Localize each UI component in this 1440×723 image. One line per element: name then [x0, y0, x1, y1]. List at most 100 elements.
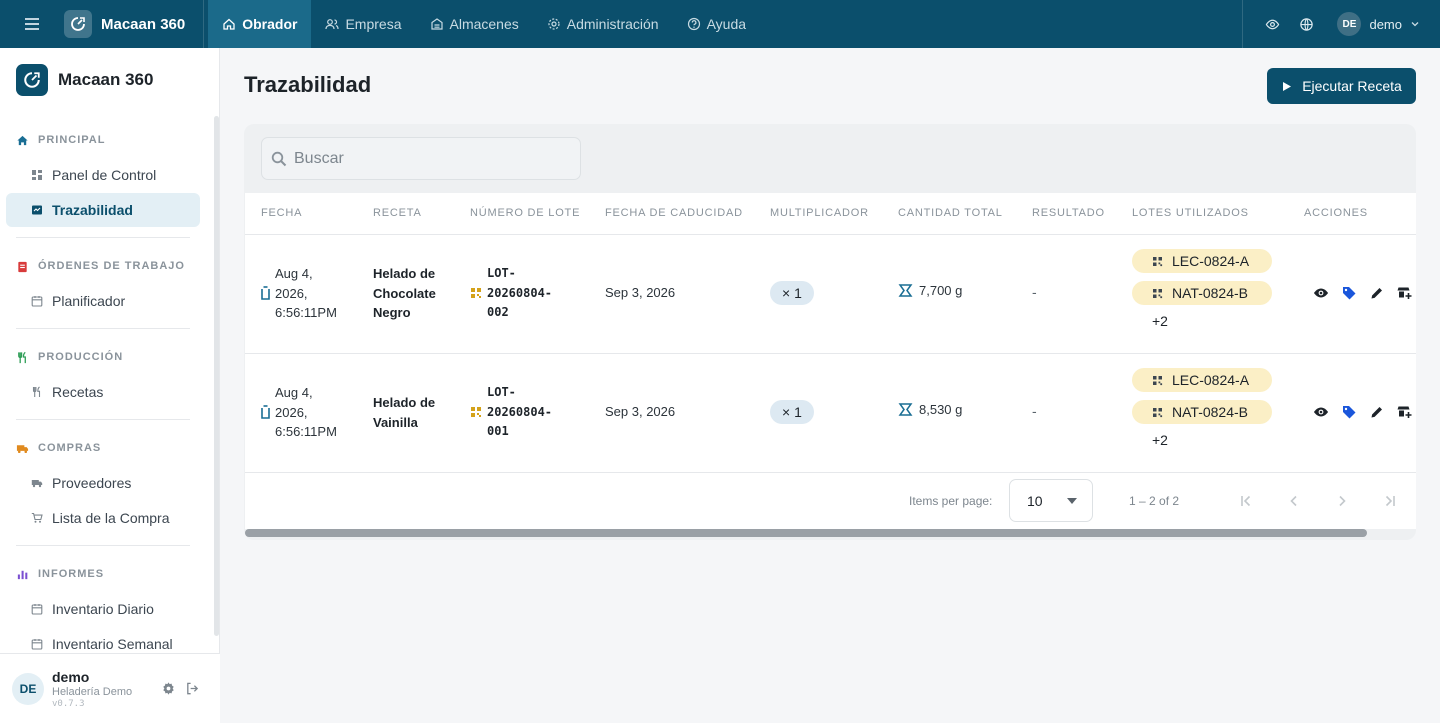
language-button[interactable] [1289, 7, 1323, 41]
section-title: PRODUCCIÓN [38, 351, 124, 363]
date-line: 6:56:11PM [275, 305, 337, 320]
user-name: demo [1369, 16, 1402, 32]
nav-item-obrador[interactable]: Obrador [208, 0, 312, 48]
view-button[interactable] [1307, 398, 1335, 426]
recipe-cell[interactable]: Helado de Chocolate Negro [373, 264, 463, 323]
sidebar-brand[interactable]: Macaan 360 [0, 48, 219, 112]
table-row[interactable]: Aug 4, 2026, 6:56:11PM Helado de Vainill… [245, 354, 1416, 473]
search-box[interactable] [261, 137, 581, 180]
eye-icon [1265, 19, 1280, 29]
expiry-date: Sep 3, 2026 [605, 404, 676, 419]
previous-page-button[interactable] [1270, 481, 1318, 521]
nav-item-almacenes[interactable]: Almacenes [416, 0, 533, 48]
label-button[interactable] [1335, 398, 1363, 426]
sidebar-item-lista-compra[interactable]: Lista de la Compra [6, 501, 200, 535]
sidebar-item-inventario-semanal[interactable]: Inventario Semanal [6, 627, 200, 653]
brand[interactable]: Macaan 360 [64, 0, 205, 48]
lot-chip-label: NAT-0824-B [1172, 404, 1248, 420]
more-lots-link[interactable]: +2 [1132, 432, 1272, 448]
nav-item-ayuda[interactable]: Ayuda [673, 0, 760, 48]
expiry-date: Sep 3, 2026 [605, 285, 676, 300]
column-header-lotes[interactable]: LOTES UTILIZADOS [1132, 207, 1249, 219]
utensils-icon [32, 386, 41, 397]
page-size-select[interactable]: 10 [1009, 479, 1093, 522]
gear-icon [162, 682, 174, 695]
sidebar-item-inventario-diario[interactable]: Inventario Diario [6, 592, 200, 626]
next-page-button[interactable] [1318, 481, 1366, 521]
section-title: INFORMES [38, 568, 105, 580]
nav-item-administracion[interactable]: Administración [533, 0, 673, 48]
column-header-fecha[interactable]: FECHA [261, 207, 302, 219]
label-button[interactable] [1335, 279, 1363, 307]
clock-icon [261, 286, 270, 301]
date-line: 2026, [275, 285, 308, 301]
qr-icon [1153, 407, 1163, 417]
lot-line: LOT- [487, 385, 516, 399]
view-button[interactable] [1307, 279, 1335, 307]
eye-icon [1314, 407, 1328, 417]
eye-icon [1314, 288, 1328, 298]
section-compras: COMPRAS [16, 438, 212, 458]
logout-button[interactable] [180, 677, 204, 701]
edit-button[interactable] [1363, 279, 1391, 307]
first-page-button[interactable] [1222, 481, 1270, 521]
users-icon [325, 19, 340, 30]
user-menu-button[interactable]: DE demo [1337, 12, 1420, 36]
sidebar-scrollbar[interactable] [214, 116, 219, 636]
column-header-cantidad[interactable]: CANTIDAD TOTAL [898, 207, 1003, 219]
items-per-page-label: Items per page: [909, 494, 993, 508]
total-quantity: 7,700 g [898, 283, 962, 298]
column-header-resultado[interactable]: RESULTADO [1032, 207, 1105, 219]
column-header-caducidad[interactable]: FECHA DE CADUCIDAD [605, 207, 743, 219]
brand-logo-icon [16, 64, 48, 96]
column-header-multiplicador[interactable]: MULTIPLICADOR [770, 207, 869, 219]
lot-number-cell[interactable]: LOT- 20260804- 002 [470, 264, 567, 323]
avatar: DE [12, 672, 44, 705]
add-to-warehouse-button[interactable] [1391, 279, 1416, 307]
sidebar-item-panel-de-control[interactable]: Panel de Control [6, 158, 200, 192]
sidebar-item-planificador[interactable]: Planificador [6, 284, 200, 318]
nav-item-label: Administración [566, 16, 659, 32]
section-title: COMPRAS [38, 442, 102, 454]
lot-number-cell[interactable]: LOT- 20260804- 001 [470, 383, 567, 442]
table-row[interactable]: Aug 4, 2026, 6:56:11PM Helado de Chocola… [245, 235, 1416, 354]
lot-chip[interactable]: NAT-0824-B [1132, 281, 1272, 305]
divider [16, 328, 190, 329]
sidebar-item-label: Panel de Control [52, 167, 157, 183]
more-lots-link[interactable]: +2 [1132, 313, 1272, 329]
qr-icon [471, 407, 481, 418]
add-to-warehouse-button[interactable] [1391, 398, 1416, 426]
tag-icon [1343, 406, 1356, 419]
last-page-button[interactable] [1366, 481, 1414, 521]
run-recipe-button[interactable]: Ejecutar Receta [1267, 68, 1416, 104]
menu-toggle-button[interactable] [0, 0, 64, 48]
divider [16, 419, 190, 420]
help-icon [687, 17, 700, 31]
lot-chip[interactable]: LEC-0824-A [1132, 249, 1272, 273]
edit-button[interactable] [1363, 398, 1391, 426]
sidebar-item-recetas[interactable]: Recetas [6, 375, 200, 409]
settings-button[interactable] [156, 677, 180, 701]
app-version: v0.7.3 [52, 698, 85, 709]
lot-chip[interactable]: NAT-0824-B [1132, 400, 1272, 424]
section-title: PRINCIPAL [38, 134, 106, 146]
date-line: 6:56:11PM [275, 424, 337, 439]
section-informes: INFORMES [16, 564, 212, 584]
sidebar-item-proveedores[interactable]: Proveedores [6, 466, 200, 500]
date-cell: Aug 4, 2026, 6:56:11PM [261, 264, 337, 323]
lot-line: 20260804- [487, 404, 553, 419]
utensils-icon [18, 351, 26, 363]
column-header-receta[interactable]: RECETA [373, 207, 422, 219]
column-header-lote[interactable]: NÚMERO DE LOTE [470, 207, 580, 219]
visibility-button[interactable] [1255, 7, 1289, 41]
sidebar-item-trazabilidad[interactable]: Trazabilidad [6, 193, 200, 227]
nav-item-empresa[interactable]: Empresa [311, 0, 415, 48]
horizontal-scrollbar[interactable] [245, 529, 1367, 537]
divider [16, 237, 190, 238]
multiplier-badge: × 1 [770, 400, 814, 424]
trace-table-card: FECHA RECETA NÚMERO DE LOTE FECHA DE CAD… [244, 124, 1416, 540]
pencil-icon [1371, 407, 1382, 418]
recipe-cell[interactable]: Helado de Vainilla [373, 393, 463, 432]
search-input[interactable] [294, 149, 564, 168]
lot-chip[interactable]: LEC-0824-A [1132, 368, 1272, 392]
